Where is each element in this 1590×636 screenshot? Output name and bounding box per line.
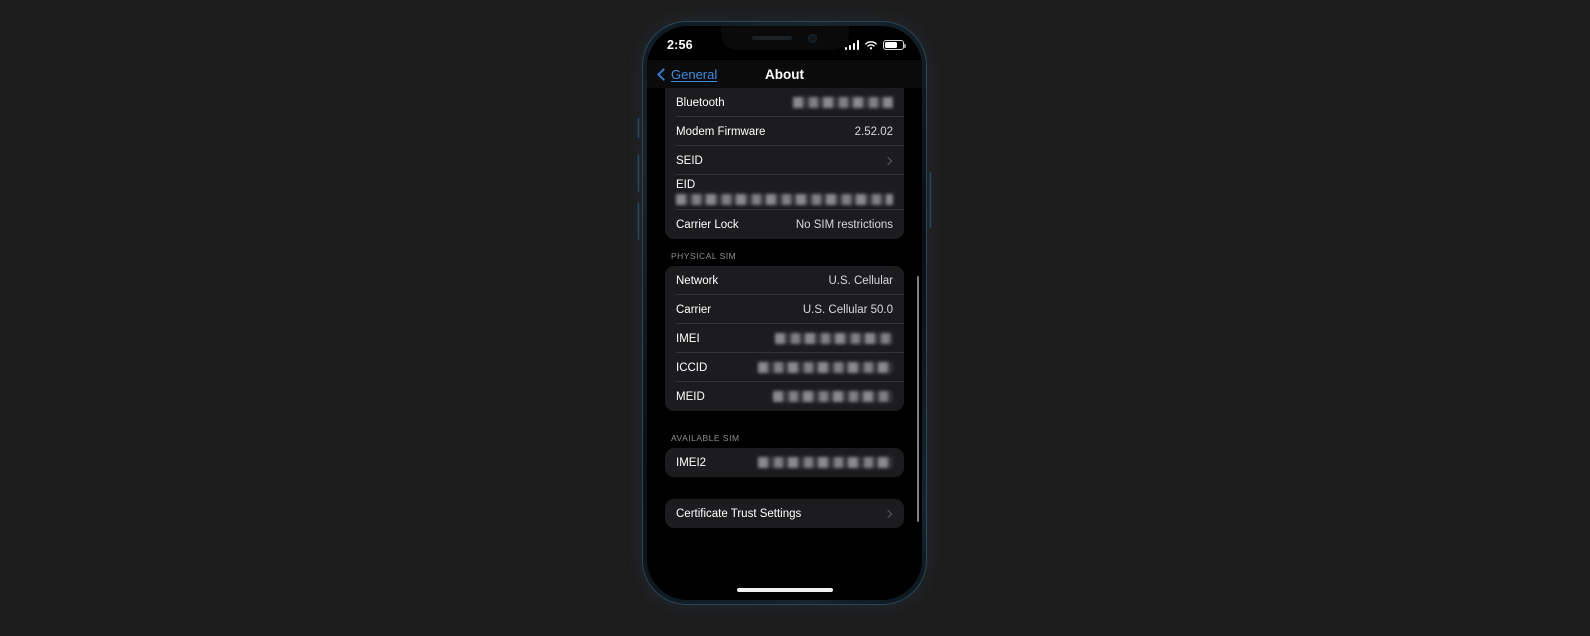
battery-icon [883, 39, 906, 51]
volume-down-button[interactable] [637, 202, 640, 240]
row-label: Certificate Trust Settings [676, 507, 802, 520]
table-row: Carrier Lock No SIM restrictions [665, 210, 904, 239]
row-value: 2.52.02 [854, 125, 893, 138]
row-label: MEID [676, 390, 705, 403]
device-bezel: 2:56 About General Bluetooth Modem Firmw… [647, 26, 922, 600]
front-camera-icon [808, 33, 817, 43]
navigation-bar: About General [647, 60, 922, 88]
table-row: ICCID [665, 353, 904, 382]
about-settings-list[interactable]: Bluetooth Modem Firmware 2.52.02 SEID EID Car… [647, 88, 922, 600]
row-label: Network [676, 274, 719, 287]
row-label: Carrier [676, 303, 712, 316]
table-row: IMEI [665, 324, 904, 353]
vertical-scrollbar[interactable] [917, 276, 919, 522]
group-header: PHYSICAL SIM [671, 251, 737, 261]
status-bar-icons [844, 39, 906, 51]
wifi-icon [865, 40, 877, 49]
earpiece-speaker-icon [752, 36, 792, 40]
group-header: AVAILABLE SIM [671, 433, 740, 443]
table-row: EID [665, 175, 904, 210]
table-row: Bluetooth [665, 88, 904, 117]
iphone-device-frame: 2:56 About General Bluetooth Modem Firmw… [637, 22, 932, 604]
settings-group: Certificate Trust Settings [665, 499, 904, 528]
side-power-button[interactable] [929, 172, 932, 228]
redacted-value [758, 457, 893, 468]
row-label: Carrier Lock [676, 218, 739, 231]
chevron-right-icon [883, 509, 893, 518]
device-screen: 2:56 About General Bluetooth Modem Firmw… [647, 26, 922, 600]
table-row: Network U.S. Cellular [665, 266, 904, 295]
row-label: Modem Firmware [676, 125, 766, 138]
redacted-value [793, 97, 893, 108]
row-label: Bluetooth [676, 96, 725, 109]
settings-group: IMEI2 [665, 448, 904, 477]
row-label: ICCID [676, 361, 708, 374]
screenshot-canvas: 2:56 About General Bluetooth Modem Firmw… [0, 0, 1590, 636]
chevron-right-icon [883, 156, 893, 165]
home-indicator [736, 588, 833, 592]
back-button-general[interactable]: General [657, 67, 717, 82]
row-label: IMEI [676, 332, 700, 345]
row-label: SEID [676, 154, 703, 167]
table-row: Carrier U.S. Cellular 50.0 [665, 295, 904, 324]
row-value: U.S. Cellular 50.0 [802, 303, 893, 316]
row-value: U.S. Cellular [828, 274, 893, 287]
status-bar-time: 2:56 [667, 38, 693, 52]
row-label: IMEI2 [676, 456, 707, 469]
settings-group: Network U.S. Cellular Carrier U.S. Cellular… [665, 266, 904, 411]
table-row[interactable]: Certificate Trust Settings [665, 499, 904, 528]
volume-up-button[interactable] [637, 154, 640, 192]
silence-switch[interactable] [637, 118, 640, 138]
row-label: EID [676, 179, 696, 191]
table-row: IMEI2 [665, 448, 904, 477]
table-row: Modem Firmware 2.52.02 [665, 117, 904, 146]
table-row: MEID [665, 382, 904, 411]
redacted-value [775, 333, 893, 344]
redacted-value [676, 194, 893, 205]
redacted-value [773, 391, 893, 402]
redacted-value [758, 362, 893, 373]
settings-group: Bluetooth Modem Firmware 2.52.02 SEID EID Car… [665, 88, 904, 239]
chevron-left-icon [657, 67, 670, 81]
back-button-label: General [671, 66, 718, 82]
row-value: No SIM restrictions [795, 218, 893, 231]
table-row[interactable]: SEID [665, 146, 904, 175]
notch [720, 26, 849, 50]
signal-bars-icon [844, 40, 859, 50]
